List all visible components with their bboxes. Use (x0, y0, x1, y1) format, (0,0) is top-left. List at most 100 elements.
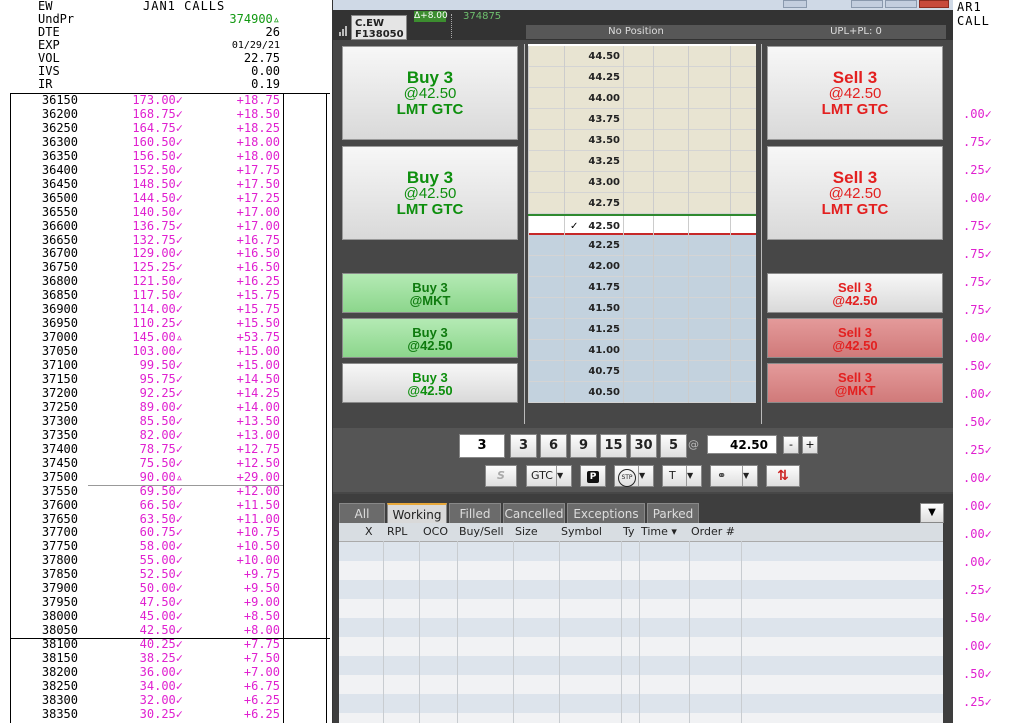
chain-row[interactable]: 37850 52.50✓ +9.75 (0, 567, 330, 582)
chain-row[interactable]: 36900 114.00✓ +15.75 (0, 302, 330, 317)
chain-row[interactable]: 37700 60.75✓ +10.75 (0, 526, 330, 540)
price-decrement-button[interactable]: - (783, 436, 799, 454)
column-header[interactable]: Ty (623, 523, 635, 541)
chain-row[interactable]: 36600 136.75✓ +17.00 (0, 219, 330, 234)
limit-price-input[interactable]: 42.50 (707, 435, 777, 454)
swap-sides-button[interactable]: ⇅ (766, 465, 800, 487)
grip-handle[interactable] (451, 14, 456, 38)
table-row[interactable] (339, 580, 943, 599)
ladder-row[interactable]: 42.00 (528, 256, 756, 277)
chain-row[interactable]: 38300 32.00✓ +6.25 (0, 693, 330, 708)
chain-row[interactable]: 37950 47.50✓ +9.00 (0, 595, 330, 610)
column-header[interactable]: RPL (387, 523, 407, 541)
chain-row[interactable]: 36750 125.25✓ +16.50 (0, 260, 330, 275)
chain-row[interactable]: 36250 164.75✓ +18.25 (0, 121, 330, 136)
table-row[interactable] (339, 713, 943, 723)
chain-row[interactable]: 36800 121.50✓ +16.25 (0, 274, 330, 289)
chain-row[interactable]: 37100 99.50✓ +15.00 (0, 358, 330, 373)
quantity-input[interactable]: 3 (459, 434, 505, 458)
chain-row[interactable]: 37000 145.00▵ +53.75 (0, 330, 330, 345)
help-button[interactable] (783, 0, 807, 8)
column-header[interactable]: Order # (691, 523, 735, 541)
chain-row[interactable]: 36200 168.75✓ +18.50 (0, 107, 330, 122)
chain-row[interactable]: 36650 132.75✓ +16.75 (0, 233, 330, 248)
filter-dropdown-icon[interactable]: ▼ (920, 503, 944, 523)
chain-row[interactable]: 37600 66.50✓ +11.50 (0, 498, 330, 513)
ladder-row[interactable]: 42.25 (528, 235, 756, 256)
contract-symbol-box[interactable]: C.EW F138050 (351, 15, 407, 40)
table-row[interactable] (339, 675, 943, 694)
chain-row[interactable]: 38100 40.25✓ +7.75 (0, 637, 330, 652)
ladder-row[interactable]: 40.75 (528, 361, 756, 382)
p-button[interactable]: P (580, 465, 606, 487)
chain-row[interactable]: 38350 30.25✓ +6.25 (0, 707, 330, 722)
table-row[interactable] (339, 561, 943, 580)
t-select[interactable]: T ▼ (662, 465, 702, 487)
chain-row[interactable]: 37550 69.50✓ +12.00 (0, 484, 330, 499)
tab-working[interactable]: Working (387, 503, 447, 523)
chain-row[interactable]: 36700 129.00✓ +16.50 (0, 247, 330, 261)
ladder-row[interactable]: 43.50 (528, 130, 756, 151)
chain-row[interactable]: 36150 173.00✓ +18.75 (0, 93, 330, 108)
link-select[interactable]: ⚭ ▼ (710, 465, 758, 487)
chain-row[interactable]: 37500 90.00▵ +29.00 (0, 470, 330, 485)
chain-row[interactable]: 36300 160.50✓ +18.00 (0, 135, 330, 150)
chain-row[interactable]: 37750 58.00✓ +10.50 (0, 539, 330, 554)
tab-filled[interactable]: Filled (449, 503, 501, 523)
ladder-row[interactable]: 44.00 (528, 88, 756, 109)
tab-exceptions[interactable]: Exceptions (567, 503, 645, 523)
qty-preset-15[interactable]: 15 (600, 434, 627, 458)
ladder-row[interactable]: 41.50 (528, 298, 756, 319)
qty-preset-9[interactable]: 9 (570, 434, 597, 458)
sell-lmt-gtc-button-2[interactable]: Sell 3 @42.50 LMT GTC (767, 146, 943, 240)
ladder-row[interactable]: 43.75 (528, 109, 756, 130)
table-row[interactable] (339, 542, 943, 561)
chain-row[interactable]: 37400 78.75✓ +12.75 (0, 442, 330, 457)
chain-row[interactable]: 37200 92.25✓ +14.25 (0, 386, 330, 401)
ladder-row[interactable]: 40.50 (528, 382, 756, 403)
chain-row[interactable]: 37350 82.00✓ +13.00 (0, 428, 330, 443)
ladder-row[interactable]: 41.25 (528, 319, 756, 340)
ladder-row[interactable]: 44.50 (528, 46, 756, 67)
chain-row[interactable]: 38050 42.50✓ +8.00 (0, 623, 330, 638)
buy-lmt-gtc-button-1[interactable]: Buy 3 @42.50 LMT GTC (342, 46, 518, 140)
column-header[interactable]: Time ▾ (641, 523, 677, 541)
chain-row[interactable]: 38200 36.00✓ +7.00 (0, 665, 330, 680)
ladder-row[interactable]: 43.00 (528, 172, 756, 193)
table-row[interactable] (339, 694, 943, 713)
buy-lmt-gtc-button-2[interactable]: Buy 3 @42.50 LMT GTC (342, 146, 518, 240)
chain-row[interactable]: 37800 55.00✓ +10.00 (0, 553, 330, 568)
buy-stop-button[interactable]: Buy 3 @42.50 (342, 363, 518, 403)
table-row[interactable] (339, 599, 943, 618)
close-button[interactable] (919, 0, 949, 8)
chain-row[interactable]: 36350 156.50✓ +18.00 (0, 149, 330, 164)
chain-row[interactable]: 37650 63.50✓ +11.00 (0, 512, 330, 527)
ladder-row[interactable]: 43.25 (528, 151, 756, 172)
maximize-button[interactable] (885, 0, 917, 8)
stp-select[interactable]: STP ▼ (614, 465, 654, 487)
smart-route-button[interactable]: S (485, 465, 517, 487)
ladder-row[interactable]: 41.75 (528, 277, 756, 298)
table-row[interactable] (339, 637, 943, 656)
sell-limit-button[interactable]: Sell 3 @42.50 (767, 318, 943, 358)
minimize-button[interactable] (851, 0, 883, 8)
ladder-row[interactable]: 42.75 (528, 193, 756, 214)
buy-mkt-button[interactable]: Buy 3 @MKT (342, 273, 518, 313)
qty-preset-30[interactable]: 30 (630, 434, 657, 458)
chain-row[interactable]: 36950 110.25✓ +15.50 (0, 316, 330, 331)
sell-mkt-button[interactable]: Sell 3 @MKT (767, 363, 943, 403)
chain-row[interactable]: 37900 50.00✓ +9.50 (0, 581, 330, 596)
tab-parked[interactable]: Parked (647, 503, 699, 523)
chain-row[interactable]: 37050 103.00✓ +15.00 (0, 344, 330, 359)
tab-all[interactable]: All (339, 503, 385, 523)
ladder-row[interactable]: 41.00 (528, 340, 756, 361)
buy-limit-button[interactable]: Buy 3 @42.50 (342, 318, 518, 358)
qty-preset-5[interactable]: 5 (660, 434, 687, 458)
chain-row[interactable]: 36450 148.50✓ +17.50 (0, 177, 330, 192)
qty-preset-3[interactable]: 3 (510, 434, 537, 458)
table-row[interactable] (339, 618, 943, 637)
sell-stop-button[interactable]: Sell 3 @42.50 (767, 273, 943, 313)
column-header[interactable]: Buy/Sell (459, 523, 504, 541)
ladder-row[interactable]: ✓ 42.50 (528, 214, 756, 237)
column-header[interactable]: Symbol (561, 523, 602, 541)
